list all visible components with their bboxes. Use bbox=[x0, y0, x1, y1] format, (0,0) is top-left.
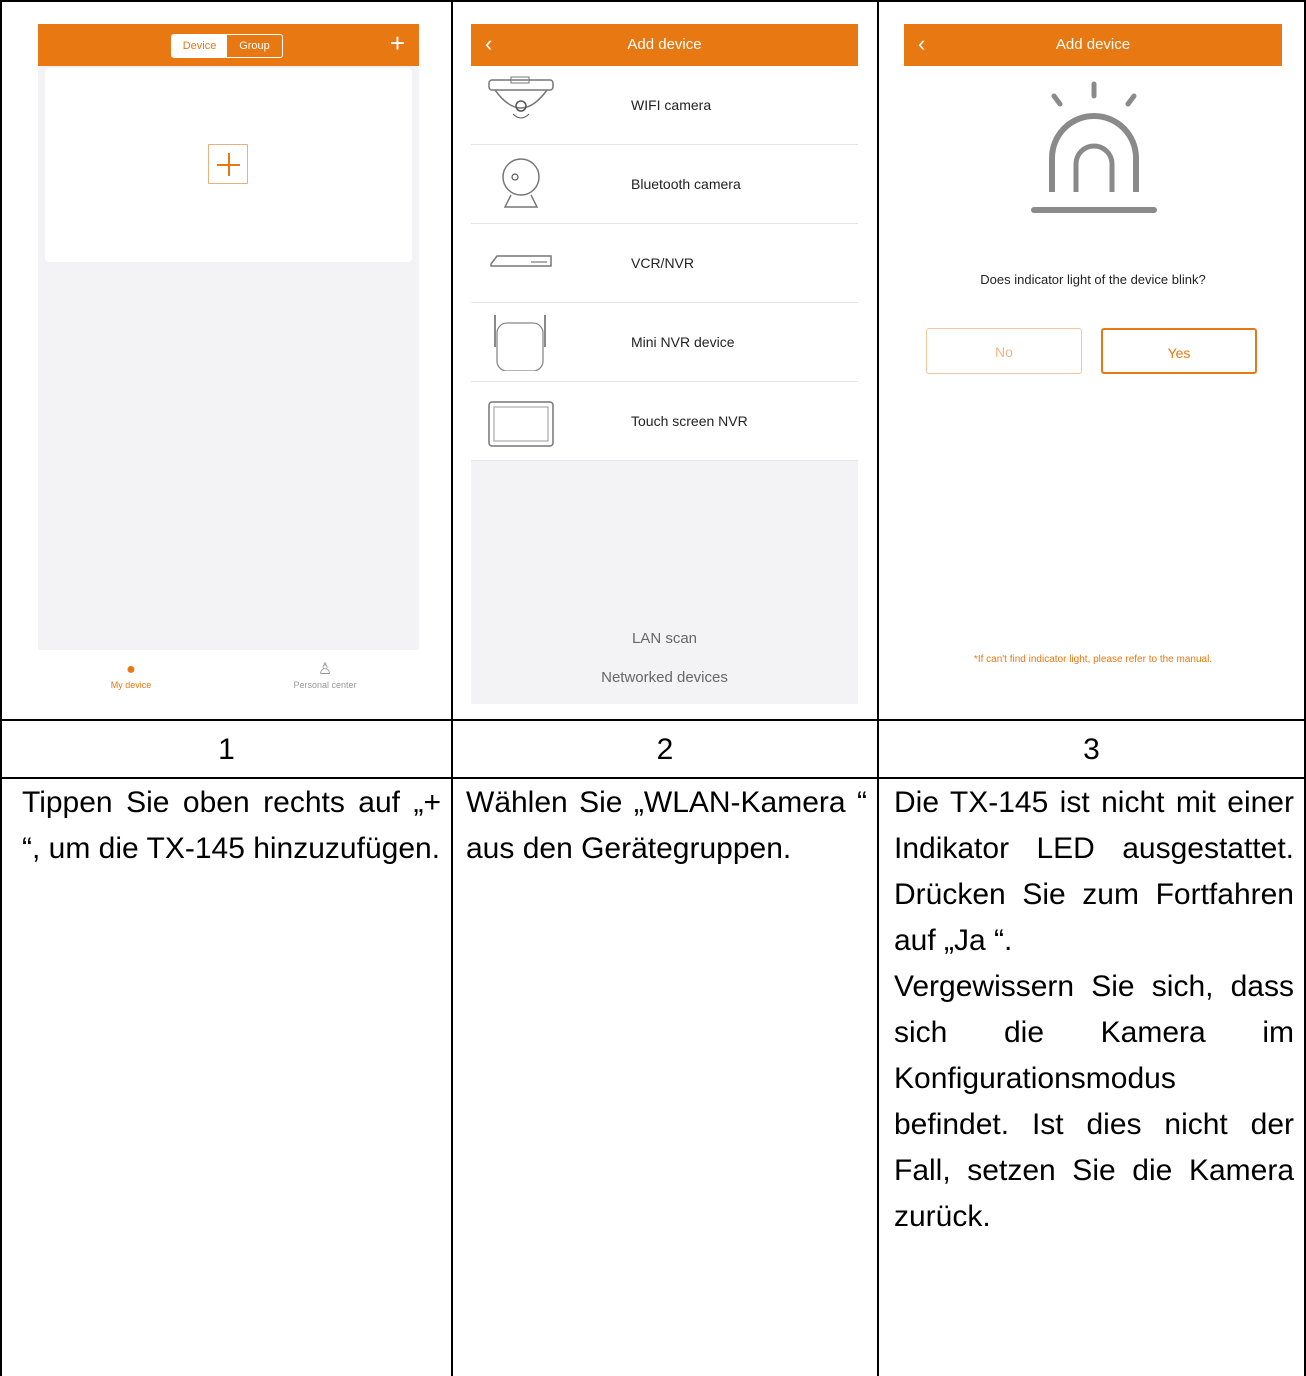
device-type-list: WIFI camera Bluetooth camera VCR/NVR Min… bbox=[471, 66, 858, 461]
list-item-label: Touch screen NVR bbox=[631, 413, 748, 429]
column-divider bbox=[451, 0, 453, 1376]
step-description-2: Wählen Sie „WLAN-Kamera “ aus den Geräte… bbox=[456, 780, 877, 872]
page-title: Add device bbox=[627, 36, 702, 53]
list-item-bluetooth-camera[interactable]: Bluetooth camera bbox=[471, 145, 858, 224]
manual-hint: *If can't find indicator light, please r… bbox=[973, 654, 1213, 665]
list-item-label: WIFI camera bbox=[631, 97, 712, 113]
yes-button[interactable]: Yes bbox=[1101, 328, 1257, 374]
tab-group[interactable]: Group bbox=[227, 35, 282, 57]
list-item-mini-nvr[interactable]: Mini NVR device bbox=[471, 303, 858, 382]
person-icon: ♙ bbox=[317, 661, 333, 678]
step-description-3: Die TX-145 ist nicht mit einer Indikator… bbox=[884, 780, 1304, 1240]
table-divider bbox=[0, 719, 1306, 721]
touch-screen-icon bbox=[488, 401, 554, 447]
screenshot-indicator-question: ‹ Add device Does indicator light of the… bbox=[904, 24, 1282, 706]
indicator-light-icon bbox=[1031, 81, 1157, 213]
table-border bbox=[0, 0, 1306, 2]
step-text: Vergewissern Sie sich, dass sich die Kam… bbox=[894, 970, 1294, 1233]
camera-icon: ● bbox=[126, 661, 136, 678]
tab-personal-center-label: Personal center bbox=[293, 680, 357, 690]
bottom-tab-bar: ● My device ♙ Personal center bbox=[38, 650, 419, 706]
list-item-label: Mini NVR device bbox=[631, 334, 735, 350]
step-text: Die TX-145 ist nicht mit einer Indikator… bbox=[894, 786, 1294, 957]
list-item-wifi-camera[interactable]: WIFI camera bbox=[471, 66, 858, 145]
mini-nvr-icon bbox=[494, 315, 546, 371]
step-text: Tippen Sie oben rechts auf „+ “, um die … bbox=[22, 786, 441, 865]
screenshot-my-device: Device Group + ● My device ♙ Personal ce… bbox=[38, 24, 419, 706]
tab-personal-center[interactable]: ♙ Personal center bbox=[250, 660, 400, 690]
wifi-camera-icon bbox=[488, 76, 554, 119]
column-divider bbox=[877, 0, 879, 1376]
nvr-icon bbox=[490, 255, 552, 267]
no-button[interactable]: No bbox=[926, 328, 1082, 374]
device-card bbox=[45, 68, 412, 262]
blink-question: Does indicator light of the device blink… bbox=[980, 272, 1206, 287]
screenshot-add-device-list: ‹ Add device WIFI camera Bluetooth camer… bbox=[471, 24, 858, 704]
step-number-2: 2 bbox=[656, 733, 674, 766]
top-bar: Device Group + bbox=[38, 24, 419, 66]
bluetooth-camera-icon bbox=[502, 158, 540, 208]
add-icon[interactable] bbox=[208, 144, 248, 184]
list-item-label: VCR/NVR bbox=[631, 255, 695, 271]
add-device-button[interactable]: + bbox=[390, 28, 405, 58]
device-group-toggle[interactable]: Device Group bbox=[171, 34, 283, 58]
list-item-touch-screen-nvr[interactable]: Touch screen NVR bbox=[471, 382, 858, 461]
step-number-1: 1 bbox=[218, 733, 235, 766]
list-item-label: Bluetooth camera bbox=[631, 176, 741, 192]
instruction-table: Device Group + ● My device ♙ Personal ce… bbox=[0, 0, 1306, 1376]
top-bar: ‹ Add device bbox=[904, 24, 1282, 66]
step-number-3: 3 bbox=[1083, 733, 1100, 766]
table-border bbox=[0, 0, 2, 1376]
step-description-1: Tippen Sie oben rechts auf „+ “, um die … bbox=[12, 780, 451, 872]
networked-devices-link[interactable]: Networked devices bbox=[471, 669, 858, 686]
page-title: Add device bbox=[1055, 36, 1131, 53]
top-bar: ‹ Add device bbox=[471, 24, 858, 66]
step-text: Wählen Sie „WLAN-Kamera “ aus den Geräte… bbox=[466, 786, 867, 865]
lan-scan-link[interactable]: LAN scan bbox=[471, 630, 858, 647]
tab-device[interactable]: Device bbox=[172, 35, 227, 57]
list-item-vcr-nvr[interactable]: VCR/NVR bbox=[471, 224, 858, 303]
tab-my-device[interactable]: ● My device bbox=[56, 660, 206, 690]
tab-my-device-label: My device bbox=[110, 680, 152, 690]
